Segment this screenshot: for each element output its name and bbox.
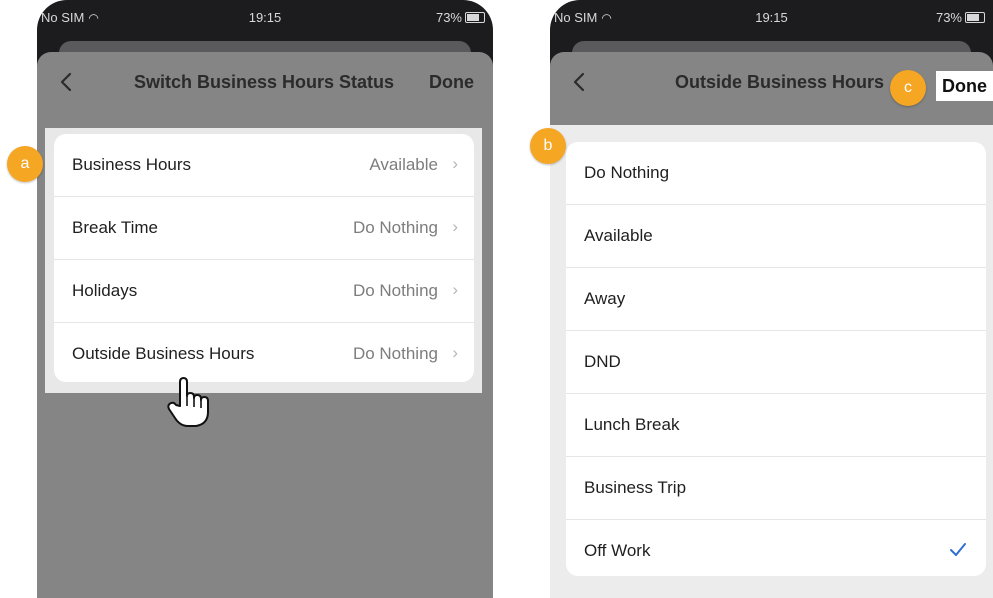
option-label: Available	[584, 226, 653, 245]
row-holidays[interactable]: Holidays Do Nothing ›	[54, 260, 474, 323]
annotation-badge-c: c	[890, 70, 926, 106]
option-label: Away	[584, 289, 626, 308]
status-settings-list: Business Hours Available › Break Time Do…	[54, 134, 474, 382]
clock-text: 19:15	[755, 10, 788, 25]
annotation-badge-b: b	[530, 128, 566, 164]
option-do-nothing[interactable]: Do Nothing	[566, 142, 986, 205]
option-label: Do Nothing	[584, 163, 670, 182]
done-button[interactable]: Done	[936, 71, 993, 101]
row-label: Business Hours	[72, 155, 192, 174]
checkmark-icon	[950, 543, 966, 556]
battery-indicator: 73%	[936, 10, 985, 25]
chevron-left-icon[interactable]	[568, 70, 592, 94]
chevron-right-icon: ›	[452, 154, 458, 173]
page-title: Outside Business Hours	[675, 72, 885, 92]
hand-pointer-icon	[167, 377, 209, 427]
row-outside-business-hours[interactable]: Outside Business Hours Do Nothing ›	[54, 323, 474, 382]
chevron-right-icon: ›	[452, 217, 458, 236]
row-label: Outside Business Hours	[72, 344, 255, 363]
row-value: Available	[369, 155, 438, 174]
option-off-work[interactable]: Off Work	[566, 520, 986, 576]
battery-icon	[465, 12, 485, 23]
nav-bar: Outside Business Hours	[550, 52, 993, 114]
battery-indicator: 73%	[436, 10, 485, 25]
option-away[interactable]: Away	[566, 268, 986, 331]
option-label: Off Work	[584, 541, 651, 560]
row-break-time[interactable]: Break Time Do Nothing ›	[54, 197, 474, 260]
row-value: Do Nothing	[352, 218, 438, 237]
clock-text: 19:15	[248, 10, 282, 25]
row-label: Break Time	[72, 218, 158, 237]
option-lunch-break[interactable]: Lunch Break	[566, 394, 986, 457]
annotation-badge-a: a	[7, 146, 43, 182]
option-available[interactable]: Available	[566, 205, 986, 268]
row-business-hours[interactable]: Business Hours Available ›	[54, 134, 474, 197]
status-option-list: Do Nothing Available Away DND Lunch Brea…	[566, 142, 986, 576]
option-business-trip[interactable]: Business Trip	[566, 457, 986, 520]
modal-sheet: Switch Business Hours Status Done Busine…	[37, 52, 493, 598]
page-title: Switch Business Hours Status	[134, 72, 395, 92]
chevron-right-icon: ›	[452, 280, 458, 299]
chevron-left-icon[interactable]	[55, 70, 79, 94]
modal-sheet: Outside Business Hours Do Nothing Availa…	[550, 52, 993, 598]
option-label: DND	[584, 352, 621, 371]
done-button[interactable]: Done	[429, 72, 474, 93]
status-bar: No SIM ◠ 19:15 73%	[37, 0, 493, 36]
battery-icon	[965, 12, 985, 23]
option-dnd[interactable]: DND	[566, 331, 986, 394]
option-label: Business Trip	[584, 478, 687, 497]
nav-bar: Switch Business Hours Status Done	[37, 52, 493, 114]
chevron-right-icon: ›	[452, 343, 458, 362]
status-bar: No SIM ◠ 19:15 73%	[550, 0, 993, 36]
row-value: Do Nothing	[352, 281, 438, 300]
row-label: Holidays	[72, 281, 138, 300]
right-phone-screen: No SIM ◠ 19:15 73% Outside Business Hours…	[550, 0, 993, 598]
left-phone-screen: No SIM ◠ 19:15 73% Switch Business Hours …	[37, 0, 493, 598]
row-value: Do Nothing	[352, 344, 438, 363]
option-label: Lunch Break	[584, 415, 680, 434]
